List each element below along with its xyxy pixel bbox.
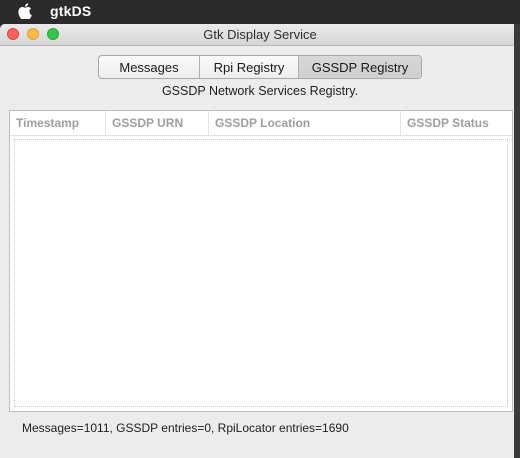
table-header: Timestamp GSSDP URN GSSDP Location GSSDP… <box>10 111 512 136</box>
desktop-background <box>514 24 520 458</box>
window-title: Gtk Display Service <box>203 27 317 42</box>
column-header-gssdp-status[interactable]: GSSDP Status <box>400 111 512 135</box>
column-header-gssdp-location[interactable]: GSSDP Location <box>208 111 400 135</box>
apple-icon[interactable] <box>18 3 32 19</box>
tab-gssdp-registry[interactable]: GSSDP Registry <box>298 56 421 78</box>
tab-messages[interactable]: Messages <box>99 56 199 78</box>
menu-bar: gtkDS <box>0 0 520 22</box>
app-menu-name[interactable]: gtkDS <box>50 3 91 19</box>
title-bar[interactable]: Gtk Display Service <box>0 24 520 46</box>
column-header-timestamp[interactable]: Timestamp <box>10 111 105 135</box>
app-window: Gtk Display Service Messages Rpi Registr… <box>0 24 520 458</box>
tab-bar: Messages Rpi Registry GSSDP Registry <box>98 55 422 79</box>
status-bar-text: Messages=1011, GSSDP entries=0, RpiLocat… <box>22 421 349 435</box>
panel-subtitle: GSSDP Network Services Registry. <box>161 84 359 98</box>
table-body[interactable] <box>14 139 508 407</box>
gssdp-registry-table[interactable]: Timestamp GSSDP URN GSSDP Location GSSDP… <box>9 110 513 412</box>
column-header-gssdp-urn[interactable]: GSSDP URN <box>105 111 208 135</box>
tab-rpi-registry[interactable]: Rpi Registry <box>199 56 298 78</box>
